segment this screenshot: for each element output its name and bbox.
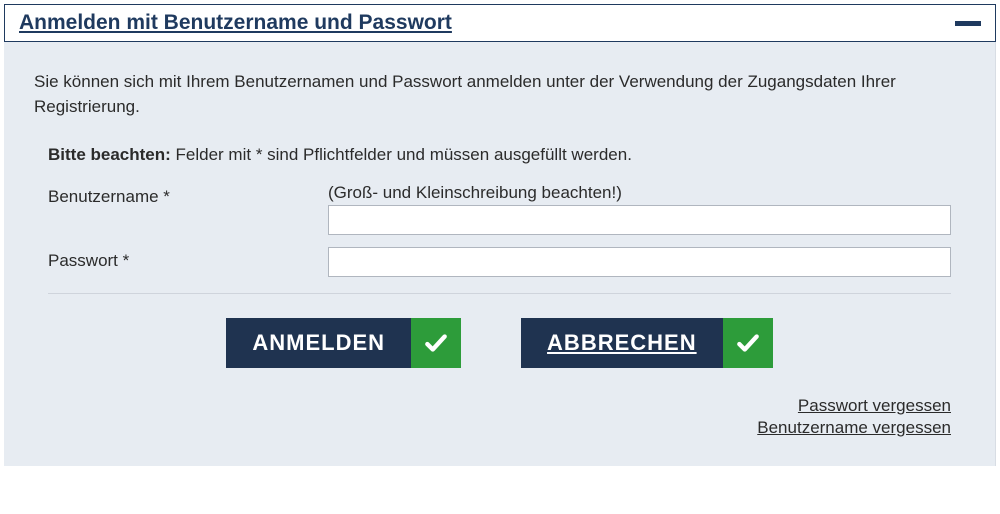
form-wrapper: Bitte beachten: Felder mit * sind Pflich… (34, 145, 965, 438)
password-field-wrapper (328, 247, 951, 277)
panel-title: Anmelden mit Benutzername und Passwort (19, 11, 452, 35)
username-label: Benutzername * (48, 183, 328, 207)
cancel-button-label: ABBRECHEN (521, 318, 723, 368)
login-button[interactable]: ANMELDEN (226, 318, 461, 368)
required-notice-text: Felder mit * sind Pflichtfelder und müss… (171, 145, 632, 164)
password-input[interactable] (328, 247, 951, 277)
panel-body: Sie können sich mit Ihrem Benutzernamen … (4, 42, 996, 466)
required-notice-bold: Bitte beachten: (48, 145, 171, 164)
cancel-button[interactable]: ABBRECHEN (521, 318, 773, 368)
panel-header[interactable]: Anmelden mit Benutzername und Passwort (4, 4, 996, 42)
collapse-icon[interactable] (955, 21, 981, 26)
username-field-wrapper: (Groß- und Kleinschreibung beachten!) (328, 183, 951, 235)
login-button-label: ANMELDEN (226, 318, 411, 368)
panel-description: Sie können sich mit Ihrem Benutzernamen … (34, 70, 965, 119)
username-input[interactable] (328, 205, 951, 235)
button-row: ANMELDEN ABBRECHEN (48, 318, 951, 368)
form-separator (48, 293, 951, 294)
check-icon (411, 318, 461, 368)
login-panel: Anmelden mit Benutzername und Passwort S… (4, 4, 996, 466)
password-row: Passwort * (48, 247, 951, 277)
required-notice: Bitte beachten: Felder mit * sind Pflich… (48, 145, 951, 165)
password-label: Passwort * (48, 247, 328, 271)
check-icon (723, 318, 773, 368)
username-hint: (Groß- und Kleinschreibung beachten!) (328, 183, 951, 203)
forgot-username-link[interactable]: Benutzername vergessen (757, 418, 951, 438)
forgot-password-link[interactable]: Passwort vergessen (798, 396, 951, 416)
username-row: Benutzername * (Groß- und Kleinschreibun… (48, 183, 951, 235)
help-links: Passwort vergessen Benutzername vergesse… (48, 396, 951, 438)
